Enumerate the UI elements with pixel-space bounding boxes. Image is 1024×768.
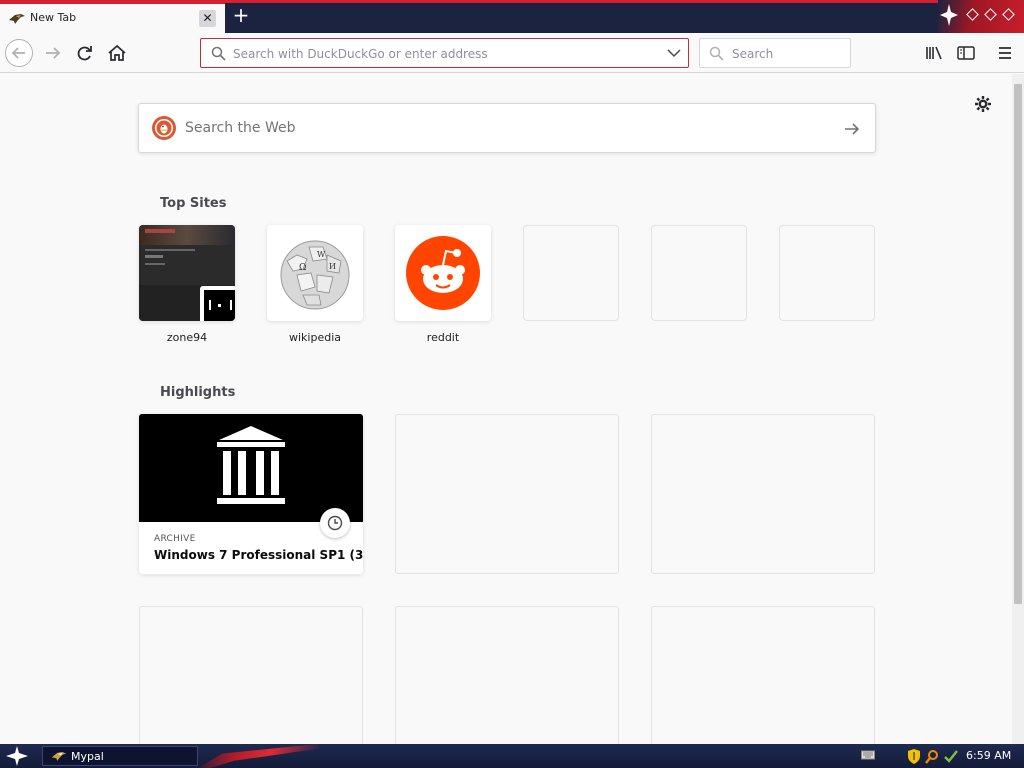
svg-text:Ω: Ω: [299, 263, 306, 273]
top-site-zone94[interactable]: zone94: [139, 225, 235, 344]
star-icon: [940, 4, 958, 26]
highlight-card[interactable]: ARCHIVE Windows 7 Professional SP1 (32 .…: [139, 414, 363, 574]
reddit-icon: [406, 236, 480, 310]
search-icon: [211, 46, 226, 61]
arrow-right-icon[interactable]: [842, 119, 862, 139]
reload-button[interactable]: [71, 39, 99, 67]
menu-button[interactable]: [991, 39, 1019, 67]
top-site-empty: [651, 225, 747, 321]
highlight-empty: [651, 606, 875, 744]
top-site-empty: [779, 225, 875, 321]
wikipedia-globe-icon: Ω W И: [280, 240, 350, 310]
back-button[interactable]: [5, 39, 33, 67]
clock-icon: [320, 508, 350, 538]
tab-strip: New Tab ✕ +: [0, 0, 1024, 33]
hamburger-menu-icon: [999, 47, 1011, 59]
web-search-box[interactable]: Search the Web: [138, 103, 876, 153]
empty-tile: [651, 225, 747, 321]
home-icon: [108, 44, 126, 61]
taskbar-swoosh: [198, 744, 318, 768]
vertical-scrollbar[interactable]: [1012, 74, 1024, 744]
tab-title: New Tab: [30, 11, 77, 24]
highlight-empty: [651, 414, 875, 574]
highlight-image: [139, 414, 363, 522]
gear-icon[interactable]: [973, 94, 993, 114]
forward-arrow-icon: [46, 47, 61, 59]
keyboard-icon[interactable]: [861, 749, 875, 761]
empty-tile: [779, 225, 875, 321]
duckduckgo-icon: [152, 116, 176, 140]
url-bar[interactable]: Search with DuckDuckGo or enter address: [200, 38, 689, 68]
web-search-placeholder: Search the Web: [185, 120, 296, 136]
url-placeholder: Search with DuckDuckGo or enter address: [233, 47, 488, 61]
top-site-empty: [523, 225, 619, 321]
search-icon: [709, 46, 724, 61]
tab-close-icon[interactable]: ✕: [199, 10, 216, 27]
highlight-title: Windows 7 Professional SP1 (32 ...: [154, 548, 363, 562]
reddit-tile: [395, 225, 491, 321]
svg-text:И: И: [329, 262, 336, 271]
top-site-label: wikipedia: [288, 331, 341, 344]
archive-org-icon: [217, 426, 285, 504]
highlight-empty: [395, 414, 619, 574]
maximize-button[interactable]: [984, 8, 997, 21]
new-tab-button[interactable]: +: [230, 5, 252, 27]
top-sites-heading: Top Sites: [160, 196, 227, 211]
magnifier-icon[interactable]: [925, 749, 939, 764]
sidebar-button[interactable]: [952, 39, 980, 67]
search-placeholder: Search: [732, 47, 774, 61]
forward-button[interactable]: [39, 39, 67, 67]
sidebar-icon: [957, 46, 975, 60]
top-site-label: reddit: [426, 331, 460, 344]
search-bar[interactable]: Search: [699, 38, 851, 68]
taskbar-app-label: Mypal: [71, 750, 104, 763]
back-arrow-icon: [11, 47, 25, 59]
reload-icon: [77, 46, 92, 61]
scrollbar-thumb[interactable]: [1014, 84, 1022, 604]
chevron-down-icon[interactable]: [667, 48, 681, 58]
wikipedia-tile: Ω W И: [267, 225, 363, 321]
taskbar-app-mypal[interactable]: Mypal: [42, 746, 198, 766]
shield-icon[interactable]: [907, 749, 921, 764]
system-tray: [903, 746, 963, 766]
mypal-bird-icon: [51, 752, 67, 761]
library-icon: [926, 46, 942, 60]
close-window-button[interactable]: [1002, 8, 1015, 21]
top-site-label: zone94: [166, 331, 208, 344]
tab-new-tab[interactable]: New Tab ✕: [0, 2, 225, 33]
mypal-bird-icon: [9, 14, 25, 24]
highlight-empty: [139, 606, 363, 744]
minimize-button[interactable]: [966, 8, 979, 21]
taskbar-clock: 6:59 AM: [966, 749, 1012, 762]
highlight-empty: [395, 606, 619, 744]
highlights-heading: Highlights: [160, 385, 236, 400]
taskbar: Mypal 6:59 AM: [0, 744, 1024, 768]
nav-toolbar: Search with DuckDuckGo or enter address …: [0, 33, 1024, 73]
window-controls: [938, 0, 1024, 33]
highlight-source: ARCHIVE: [154, 534, 196, 544]
network-icon[interactable]: [943, 749, 959, 764]
start-button-star-icon[interactable]: [4, 746, 30, 766]
empty-tile: [523, 225, 619, 321]
top-site-wikipedia[interactable]: Ω W И wikipedia: [267, 225, 363, 344]
zone94-thumbnail: [139, 225, 235, 321]
new-tab-page: Search the Web Top Sites zone94 Ω W И wi…: [0, 74, 1012, 744]
library-button[interactable]: [920, 39, 948, 67]
svg-text:W: W: [317, 250, 326, 259]
home-button[interactable]: [103, 39, 131, 67]
top-site-reddit[interactable]: reddit: [395, 225, 491, 344]
